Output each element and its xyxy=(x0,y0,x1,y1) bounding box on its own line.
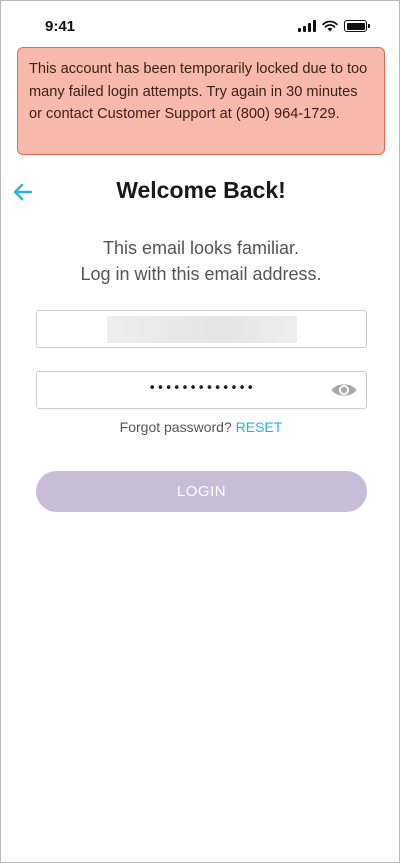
cellular-signal-icon xyxy=(298,20,316,32)
wifi-icon xyxy=(322,20,338,32)
phone-screen: 9:41 This account has been temporarily l… xyxy=(0,0,400,863)
reset-password-link[interactable]: RESET xyxy=(236,419,283,435)
battery-icon xyxy=(344,20,370,32)
password-field[interactable]: ••••••••••••• xyxy=(36,371,367,409)
page-subtitle: This email looks familiar. Log in with t… xyxy=(1,235,400,287)
eye-icon xyxy=(331,384,357,396)
redacted-email-value xyxy=(107,316,297,343)
login-button[interactable]: LOGIN xyxy=(36,471,367,512)
status-icons xyxy=(298,20,370,32)
status-time: 9:41 xyxy=(45,18,76,35)
show-password-toggle[interactable] xyxy=(330,380,358,400)
subtitle-line-1: This email looks familiar. xyxy=(102,238,300,258)
page-title: Welcome Back! xyxy=(116,177,286,203)
forgot-password-row: Forgot password? RESET xyxy=(1,419,400,435)
password-masked-value: ••••••••••••• xyxy=(148,381,255,396)
subtitle-line-2: Log in with this email address. xyxy=(80,264,322,284)
account-locked-alert: This account has been temporarily locked… xyxy=(17,47,385,155)
forgot-password-prompt: Forgot password? xyxy=(119,419,232,435)
email-field[interactable] xyxy=(36,310,367,348)
